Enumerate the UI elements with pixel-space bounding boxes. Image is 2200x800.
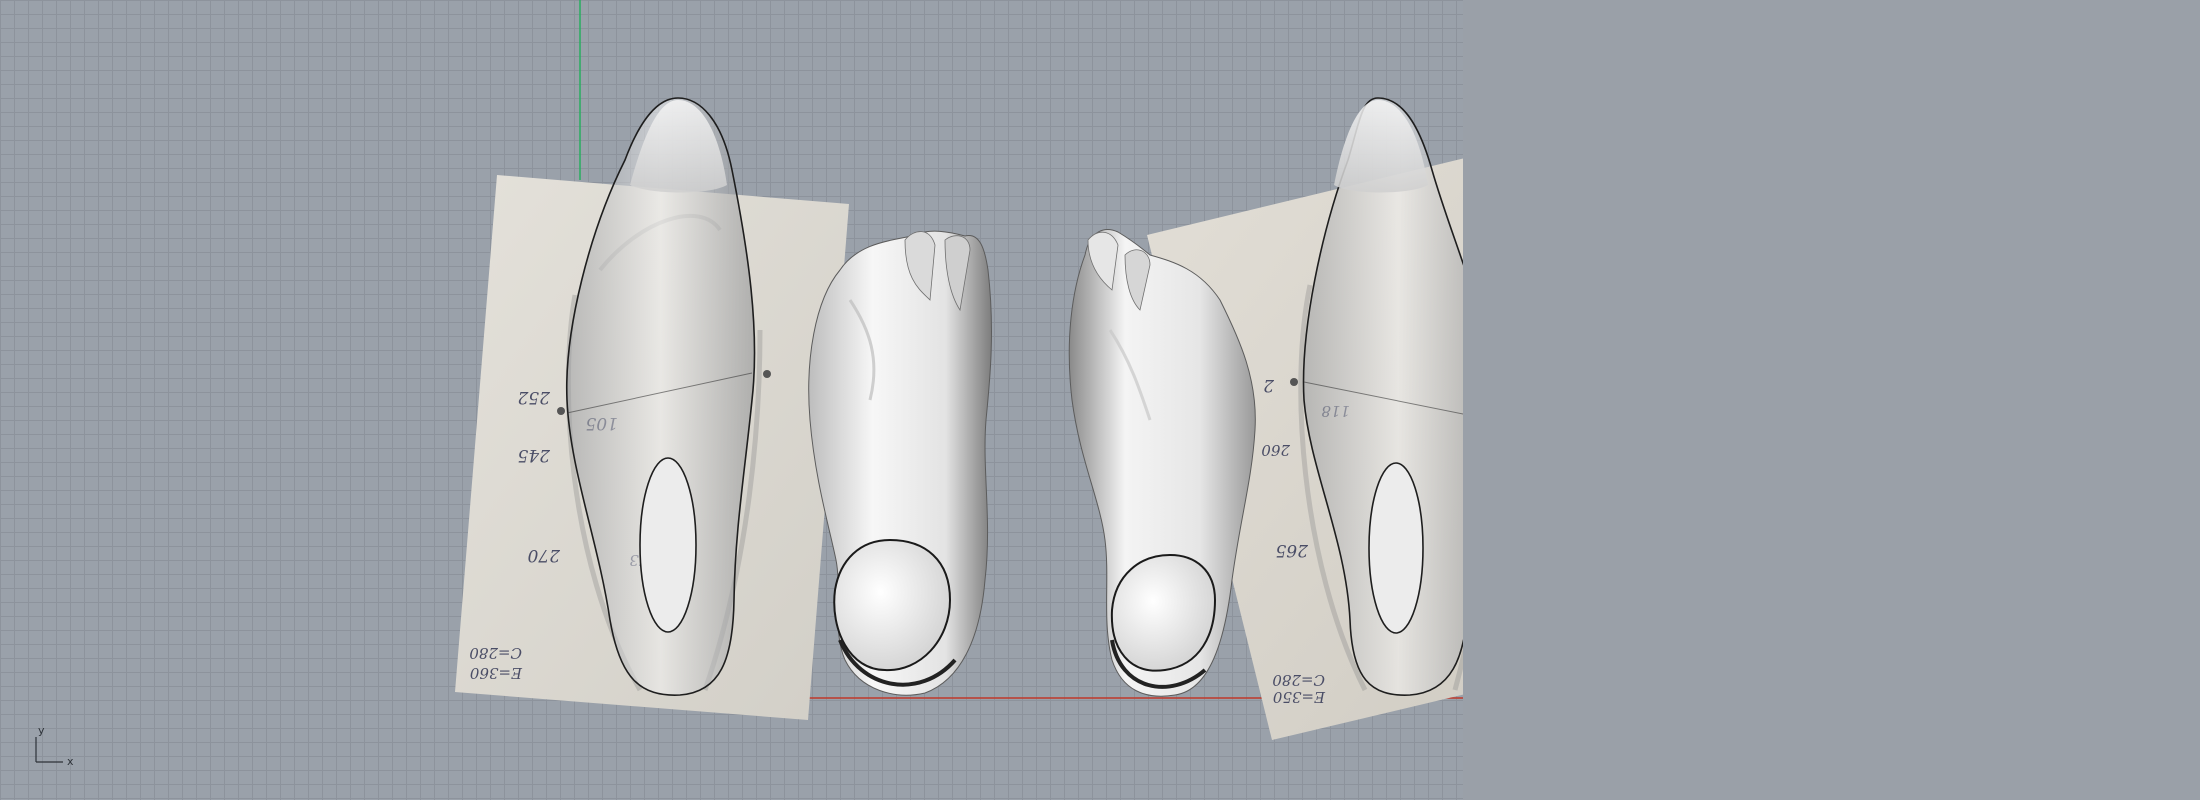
marker-dot — [763, 370, 771, 378]
sheet-note: 252 — [518, 387, 551, 407]
sheet-note: E=360 — [469, 664, 523, 682]
axis-label-y: y — [38, 724, 45, 737]
sheet-note: C=280 — [469, 644, 522, 662]
viewport-top[interactable]: 252 105 245 270 273 E=360 C=280 2 118 26… — [0, 0, 1463, 800]
sheet-note: 270 — [527, 545, 561, 565]
sheet-note: 260 — [1261, 441, 1291, 459]
axis-label-x: x — [67, 755, 74, 768]
marker-dot — [557, 407, 565, 415]
heel-opening — [1368, 462, 1424, 634]
sheet-note: 2 — [1263, 375, 1275, 395]
sheet-note: 265 — [1276, 540, 1309, 560]
heel-opening — [639, 457, 697, 633]
sheet-note: C=280 — [1272, 671, 1325, 689]
sheet-note: 245 — [518, 445, 551, 465]
axis-widget: y x — [35, 724, 74, 768]
foot-scan-left[interactable] — [808, 230, 992, 696]
scene-canvas[interactable]: 252 105 245 270 273 E=360 C=280 2 118 26… — [0, 0, 1463, 800]
empty-side-panel — [1463, 0, 2200, 800]
marker-dot — [1290, 378, 1298, 386]
sheet-note: E=350 — [1272, 688, 1326, 706]
